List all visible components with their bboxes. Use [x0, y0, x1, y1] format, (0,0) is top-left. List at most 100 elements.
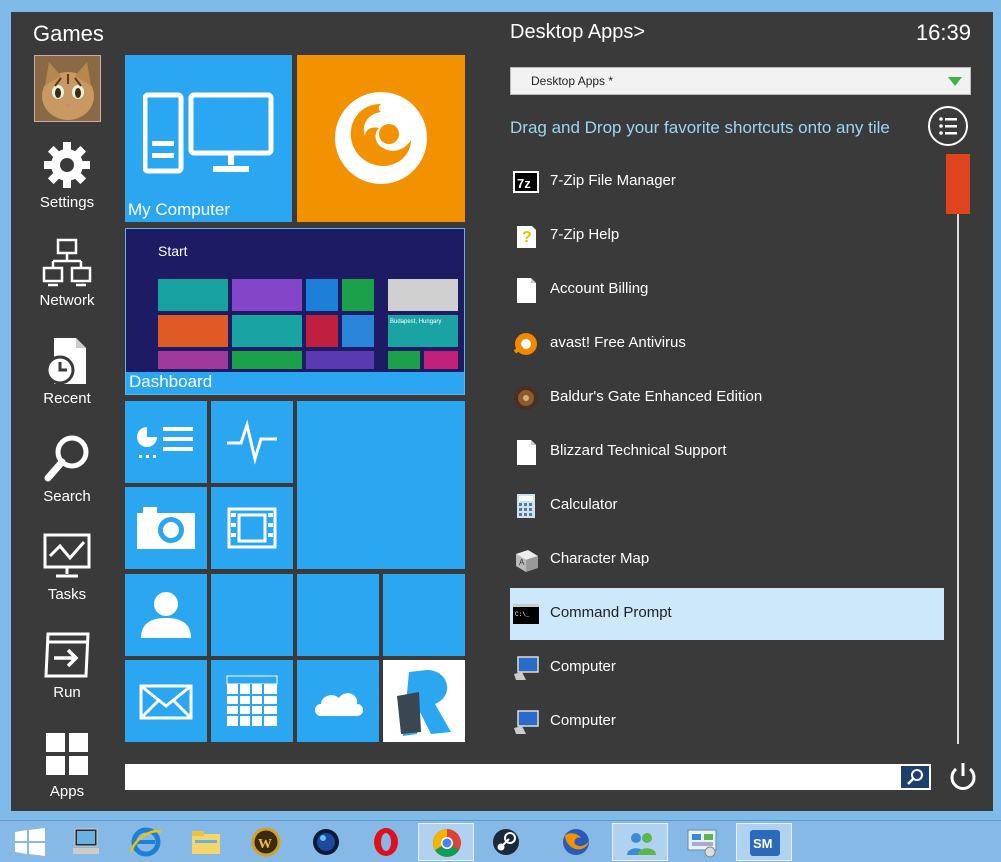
desktop-apps-header[interactable]: Desktop Apps>	[510, 21, 645, 44]
taskbar-control-panel[interactable]	[674, 823, 730, 861]
computer-icon	[514, 656, 539, 680]
sidebar-item-recent[interactable]: Recent	[11, 336, 123, 432]
control-panel-icon	[687, 829, 717, 858]
tile-firefox[interactable]	[297, 55, 465, 222]
windows-start-icon	[15, 828, 45, 856]
list-icon	[939, 117, 957, 135]
sidebar-item-run[interactable]: Run	[11, 630, 123, 726]
svg-text:W: W	[258, 837, 272, 852]
taskbar-wow[interactable]: W	[238, 823, 294, 861]
taskbar-opera[interactable]	[358, 823, 414, 861]
tile-empty-1[interactable]	[211, 574, 293, 656]
games-title[interactable]: Games	[33, 21, 104, 47]
user-icon	[141, 592, 191, 638]
people-icon	[627, 833, 656, 855]
list-item-label: Character Map	[550, 550, 650, 567]
sidebar-item-settings[interactable]: Settings	[11, 140, 123, 236]
tile-dashboard[interactable]: Start Budapest, Hungary Dashboard	[125, 228, 465, 395]
taskbar-people[interactable]	[612, 823, 668, 861]
tile-activity[interactable]	[211, 401, 293, 483]
sidebar-label-search: Search	[43, 488, 91, 505]
scrollbar-thumb[interactable]	[946, 154, 970, 214]
list-item[interactable]: ? 7-Zip Help	[510, 210, 944, 262]
firefox-icon	[335, 92, 427, 184]
sidebar-item-search[interactable]: Search	[11, 434, 123, 530]
list-item[interactable]: Blizzard Technical Support	[510, 426, 944, 478]
document-icon	[517, 440, 536, 465]
list-item[interactable]: Account Billing	[510, 264, 944, 316]
taskbar-steam[interactable]	[478, 823, 534, 861]
dropdown-selected-value: Desktop Apps *	[531, 74, 614, 88]
tile-onedrive[interactable]	[297, 660, 379, 742]
wow-icon: W	[251, 827, 281, 857]
steam-icon	[493, 829, 519, 855]
list-view-button[interactable]	[928, 106, 968, 146]
avatar[interactable]	[34, 55, 101, 122]
taskbar-computer[interactable]	[58, 823, 114, 861]
list-item[interactable]: Computer	[510, 696, 944, 748]
svg-text:SM: SM	[753, 836, 773, 851]
pulse-icon	[227, 419, 277, 465]
help-file-icon: ?	[517, 226, 536, 248]
list-item-selected[interactable]: C:\_ Command Prompt	[510, 588, 944, 640]
tile-user[interactable]	[125, 574, 207, 656]
tile-label: Dashboard	[129, 372, 213, 391]
tile-app-r[interactable]	[383, 660, 465, 742]
calendar-icon	[226, 675, 278, 726]
apps-category-dropdown[interactable]: Desktop Apps *	[510, 67, 971, 95]
tile-my-computer[interactable]: My Computer	[125, 55, 292, 222]
taskbar-start-button[interactable]	[2, 823, 58, 861]
taskbar-start-menu-app[interactable]: SM	[736, 823, 792, 861]
list-item-label: Command Prompt	[550, 604, 672, 621]
chart-list-icon	[137, 427, 193, 458]
tile-empty-3[interactable]	[383, 574, 465, 656]
start-menu-icon: SM	[750, 830, 780, 856]
taskbar-firefox[interactable]	[548, 823, 604, 861]
list-item-label: Account Billing	[550, 280, 649, 297]
search-icon	[907, 769, 923, 785]
sidebar-item-apps[interactable]: Apps	[11, 729, 123, 825]
taskbar-internet-explorer[interactable]	[118, 823, 174, 861]
character-map-icon: A	[516, 550, 538, 572]
power-button[interactable]	[946, 760, 980, 794]
taskbar-globe-app[interactable]	[298, 823, 354, 861]
list-item-label: avast! Free Antivirus	[550, 334, 686, 351]
svg-text:A: A	[519, 558, 525, 567]
scrollbar-track[interactable]	[957, 154, 959, 744]
sidebar-item-network[interactable]: Network	[11, 238, 123, 334]
dashboard-start-label: Start	[158, 243, 188, 259]
tile-camera[interactable]	[125, 487, 207, 569]
list-item-label: 7-Zip Help	[550, 226, 620, 243]
internet-explorer-icon	[129, 827, 162, 857]
drag-drop-hint: Drag and Drop your favorite shortcuts on…	[510, 118, 890, 137]
tile-performance[interactable]	[125, 401, 207, 483]
taskbar-chrome[interactable]	[418, 823, 474, 861]
list-item[interactable]: avast! Free Antivirus	[510, 318, 944, 370]
search-input[interactable]	[125, 764, 931, 790]
sidebar-label-recent: Recent	[43, 390, 91, 407]
tile-calendar[interactable]	[211, 660, 293, 742]
network-icon	[42, 238, 92, 287]
tile-empty-large[interactable]	[297, 401, 465, 569]
list-item[interactable]: Calculator	[510, 480, 944, 532]
search-button[interactable]	[901, 766, 929, 788]
computer-icon	[514, 710, 539, 734]
list-item[interactable]: A Character Map	[510, 534, 944, 586]
run-icon	[44, 632, 90, 678]
recent-icon	[45, 338, 86, 385]
tile-video[interactable]	[211, 487, 293, 569]
list-item-label: Computer	[550, 712, 616, 729]
list-item[interactable]: Computer	[510, 642, 944, 694]
baldurs-gate-icon	[514, 386, 538, 410]
firefox-icon	[563, 829, 589, 855]
calculator-icon	[517, 494, 535, 518]
cloud-icon	[315, 693, 363, 716]
document-icon	[517, 278, 536, 303]
taskbar-file-explorer[interactable]	[178, 823, 234, 861]
list-item[interactable]: 7z 7-Zip File Manager	[510, 156, 944, 208]
sidebar-item-tasks[interactable]: Tasks	[11, 532, 123, 628]
tile-mail[interactable]	[125, 660, 207, 742]
tile-empty-2[interactable]	[297, 574, 379, 656]
list-item[interactable]: Baldur's Gate Enhanced Edition	[510, 372, 944, 424]
list-item-label: Computer	[550, 658, 616, 675]
